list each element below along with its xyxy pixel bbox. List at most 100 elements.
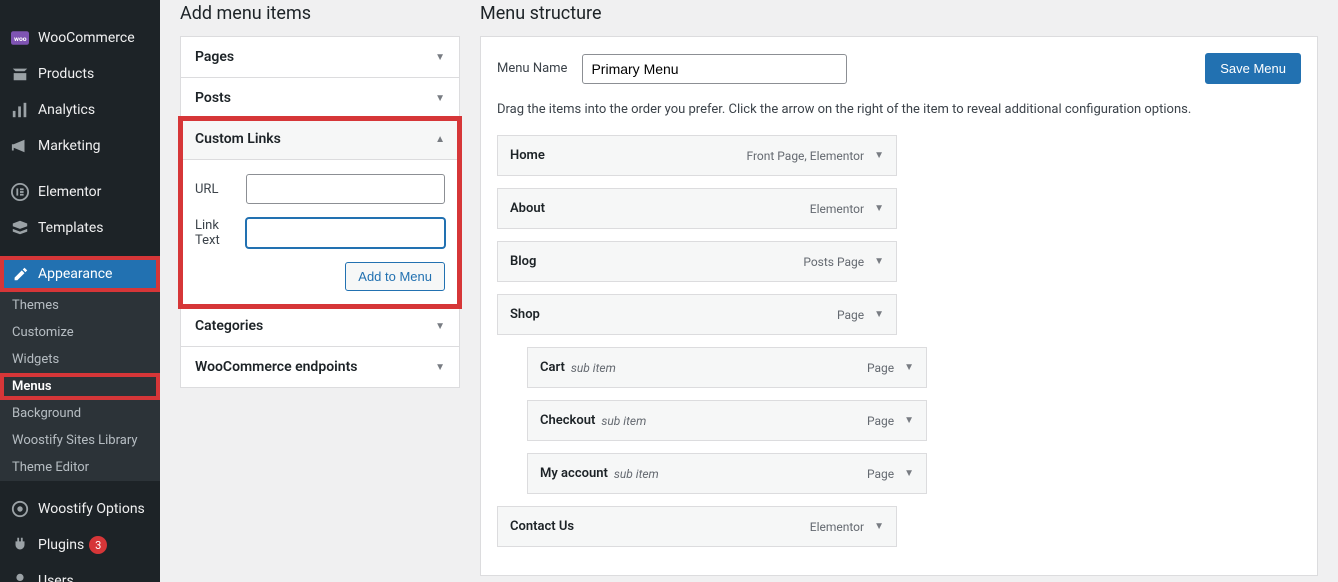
sidebar-item-analytics[interactable]: Analytics xyxy=(0,92,160,128)
menu-item[interactable]: ShopPage▼ xyxy=(497,294,897,335)
menu-item-type: Page xyxy=(867,467,894,481)
caret-down-icon[interactable]: ▼ xyxy=(874,309,884,320)
templates-icon xyxy=(10,218,30,238)
sidebar-label: Woostify Options xyxy=(38,501,145,517)
custom-link-text-input[interactable] xyxy=(246,218,445,248)
sidebar-label: WooCommerce xyxy=(38,30,135,46)
menu-item-title: Blog xyxy=(510,254,536,269)
accordion-custom-links: Custom Links ▲ URL Link Text Add to Menu xyxy=(181,119,459,306)
sidebar-sub-background[interactable]: Background xyxy=(0,400,160,427)
sidebar-item-users[interactable]: Users xyxy=(0,563,160,582)
woostify-icon xyxy=(10,499,30,519)
menu-item-title: About xyxy=(510,201,545,216)
menu-item-type: Posts Page xyxy=(803,255,864,269)
menu-item-title: Checkout xyxy=(540,413,595,428)
menu-item-list: Home Front Page, Elementor ▼ About Elementor… xyxy=(497,135,1301,547)
marketing-icon xyxy=(10,136,30,156)
menu-item[interactable]: Cartsub itemPage▼ xyxy=(527,347,927,388)
caret-down-icon[interactable]: ▼ xyxy=(904,468,914,479)
caret-down-icon[interactable]: ▼ xyxy=(874,521,884,532)
appearance-icon xyxy=(10,264,30,284)
menu-item-title: Home xyxy=(510,148,545,163)
sidebar-item-plugins[interactable]: Plugins 3 xyxy=(0,527,160,563)
accordion-woo-endpoints: WooCommerce endpoints ▼ xyxy=(181,347,459,387)
sidebar-item-appearance[interactable]: Appearance xyxy=(0,256,160,292)
menu-item[interactable]: Checkout sub item Page ▼ xyxy=(527,400,927,441)
sidebar-label: Templates xyxy=(38,220,104,236)
menu-name-input[interactable] xyxy=(582,54,847,84)
menu-name-row: Menu Name Save Menu xyxy=(497,53,1301,84)
link-text-label: Link Text xyxy=(195,218,246,248)
caret-down-icon[interactable]: ▼ xyxy=(874,203,884,214)
add-menu-items-column: Add menu items Pages ▼ Posts ▼ Custom Li… xyxy=(180,0,460,562)
menu-item[interactable]: Home Front Page, Elementor ▼ xyxy=(497,135,897,176)
menu-item-type: Front Page, Elementor xyxy=(746,149,864,163)
sidebar-sub-widgets[interactable]: Widgets xyxy=(0,346,160,373)
add-to-menu-button[interactable]: Add to Menu xyxy=(345,262,445,291)
caret-down-icon[interactable]: ▼ xyxy=(874,150,884,161)
sidebar-item-woostify-options[interactable]: Woostify Options xyxy=(0,491,160,527)
menu-item-subtext: sub item xyxy=(571,361,616,375)
accordion: Pages ▼ Posts ▼ Custom Links ▲ URL xyxy=(180,36,460,388)
sidebar-item-woocommerce[interactable]: woo WooCommerce xyxy=(0,20,160,56)
menu-item-title: Contact Us xyxy=(510,519,574,534)
accordion-header-woo-endpoints[interactable]: WooCommerce endpoints ▼ xyxy=(181,347,459,387)
url-label: URL xyxy=(195,182,246,197)
caret-down-icon[interactable]: ▼ xyxy=(904,415,914,426)
menu-item-type: Page xyxy=(867,361,894,375)
menu-item-subtext: sub item xyxy=(601,414,646,428)
woocommerce-icon: woo xyxy=(10,28,30,48)
accordion-posts: Posts ▼ xyxy=(181,78,459,119)
menu-helper-text: Drag the items into the order you prefer… xyxy=(497,102,1301,117)
accordion-header-posts[interactable]: Posts ▼ xyxy=(181,78,459,118)
accordion-title: Categories xyxy=(195,318,263,334)
menu-item[interactable]: Contact Us Elementor ▼ xyxy=(497,506,897,547)
sidebar-sub-customize[interactable]: Customize xyxy=(0,319,160,346)
menu-structure-panel: Menu Name Save Menu Drag the items into … xyxy=(480,36,1318,576)
accordion-header-custom-links[interactable]: Custom Links ▲ xyxy=(181,119,459,159)
caret-down-icon: ▼ xyxy=(435,321,445,332)
menu-item-title: Shop xyxy=(510,307,540,322)
sidebar-item-elementor[interactable]: Elementor xyxy=(0,174,160,210)
menu-item[interactable]: My accountsub itemPage▼ xyxy=(527,453,927,494)
menu-structure-title: Menu structure xyxy=(480,3,1318,24)
sidebar-sub-themes[interactable]: Themes xyxy=(0,292,160,319)
sidebar-item-marketing[interactable]: Marketing xyxy=(0,128,160,164)
caret-down-icon[interactable]: ▼ xyxy=(904,362,914,373)
accordion-header-categories[interactable]: Categories ▼ xyxy=(181,306,459,346)
menu-structure-column: Menu structure Menu Name Save Menu Drag … xyxy=(480,0,1318,562)
sidebar-sub-theme-editor[interactable]: Theme Editor xyxy=(0,454,160,481)
sidebar-item-products[interactable]: Products xyxy=(0,56,160,92)
accordion-pages: Pages ▼ xyxy=(181,37,459,78)
accordion-header-pages[interactable]: Pages ▼ xyxy=(181,37,459,77)
menu-item[interactable]: Blog Posts Page ▼ xyxy=(497,241,897,282)
sidebar-label: Plugins xyxy=(38,537,84,553)
accordion-title: WooCommerce endpoints xyxy=(195,359,357,375)
elementor-icon xyxy=(10,182,30,202)
caret-up-icon: ▲ xyxy=(435,134,445,145)
menu-item-type: Page xyxy=(867,414,894,428)
menu-item-title: My account xyxy=(540,466,608,481)
accordion-title: Custom Links xyxy=(195,131,281,147)
save-menu-button[interactable]: Save Menu xyxy=(1205,53,1301,84)
sidebar-item-templates[interactable]: Templates xyxy=(0,210,160,246)
menu-name-label: Menu Name xyxy=(497,61,567,76)
menu-item-type: Elementor xyxy=(810,520,864,534)
accordion-title: Pages xyxy=(195,49,234,65)
accordion-title: Posts xyxy=(195,90,231,106)
sidebar-label: Users xyxy=(38,573,74,582)
menu-item-type: Elementor xyxy=(810,202,864,216)
plugins-icon xyxy=(10,535,30,555)
add-menu-items-title: Add menu items xyxy=(180,3,460,24)
sidebar-sub-menus[interactable]: Menus xyxy=(0,373,160,400)
caret-down-icon: ▼ xyxy=(435,362,445,373)
caret-down-icon[interactable]: ▼ xyxy=(874,256,884,267)
menu-item[interactable]: About Elementor ▼ xyxy=(497,188,897,229)
custom-link-url-input[interactable] xyxy=(246,174,445,204)
custom-links-body: URL Link Text Add to Menu xyxy=(181,159,459,305)
products-icon xyxy=(10,64,30,84)
sidebar-sub-woostify-library[interactable]: Woostify Sites Library xyxy=(0,427,160,454)
sidebar-label: Analytics xyxy=(38,102,95,118)
main-content: Add menu items Pages ▼ Posts ▼ Custom Li… xyxy=(160,0,1338,582)
sidebar-label: Appearance xyxy=(38,266,112,282)
